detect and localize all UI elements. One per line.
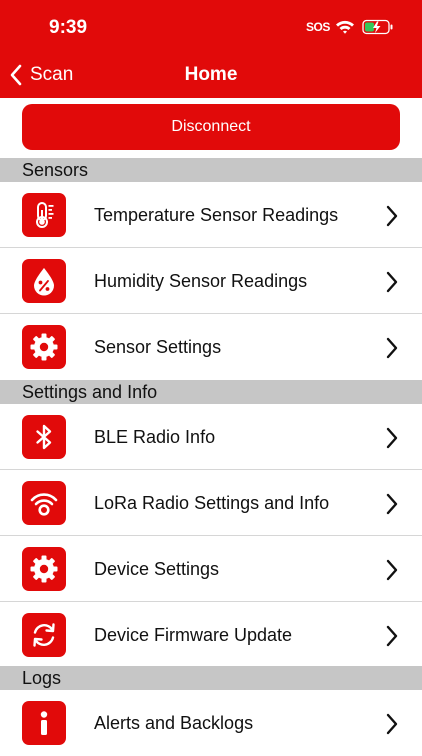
disconnect-area: Disconnect: [0, 98, 422, 158]
chevron-right-icon: [386, 337, 398, 359]
status-time: 9:39: [49, 17, 88, 38]
row-lora-radio-settings[interactable]: LoRa Radio Settings and Info: [0, 470, 422, 536]
row-temperature-sensor-readings[interactable]: Temperature Sensor Readings: [0, 182, 422, 248]
status-bar: 9:39 SOS: [0, 0, 422, 52]
page-title: Home: [184, 64, 238, 85]
row-humidity-sensor-readings[interactable]: Humidity Sensor Readings: [0, 248, 422, 314]
radio-signal-icon: [22, 481, 66, 525]
row-alerts-and-backlogs[interactable]: Alerts and Backlogs: [0, 690, 422, 756]
chevron-right-icon: [386, 625, 398, 647]
bluetooth-icon: [22, 415, 66, 459]
row-device-firmware-update[interactable]: Device Firmware Update: [0, 602, 422, 668]
row-label: Device Firmware Update: [94, 625, 293, 645]
row-label: Device Settings: [94, 559, 220, 579]
row-label: LoRa Radio Settings and Info: [94, 493, 330, 513]
disconnect-button[interactable]: Disconnect: [22, 104, 400, 150]
battery-icon: [362, 19, 393, 35]
chevron-right-icon: [386, 559, 398, 581]
row-label: Alerts and Backlogs: [94, 713, 254, 733]
chevron-right-icon: [386, 427, 398, 449]
wifi-icon: [336, 20, 354, 34]
chevron-right-icon: [386, 271, 398, 293]
gear-icon: [22, 325, 66, 369]
row-label: Sensor Settings: [94, 337, 222, 357]
sync-icon: [22, 613, 66, 657]
sos-indicator: SOS: [306, 20, 330, 34]
gear-icon: [22, 547, 66, 591]
chevron-right-icon: [386, 713, 398, 735]
row-label: BLE Radio Info: [94, 427, 216, 447]
thermometer-icon: [22, 193, 66, 237]
chevron-right-icon: [386, 493, 398, 515]
chevron-right-icon: [386, 205, 398, 227]
section-header-sensors: Sensors: [0, 158, 422, 182]
humidity-drop-icon: [22, 259, 66, 303]
section-header-settings-and-info: Settings and Info: [0, 380, 422, 404]
row-label: Humidity Sensor Readings: [94, 271, 308, 291]
row-ble-radio-info[interactable]: BLE Radio Info: [0, 404, 422, 470]
navigation-bar: Scan Home: [0, 52, 422, 98]
row-device-settings[interactable]: Device Settings: [0, 536, 422, 602]
row-label: Temperature Sensor Readings: [94, 205, 339, 225]
section-header-logs: Logs: [0, 666, 422, 690]
row-sensor-settings[interactable]: Sensor Settings: [0, 314, 422, 380]
info-icon: [22, 701, 66, 745]
